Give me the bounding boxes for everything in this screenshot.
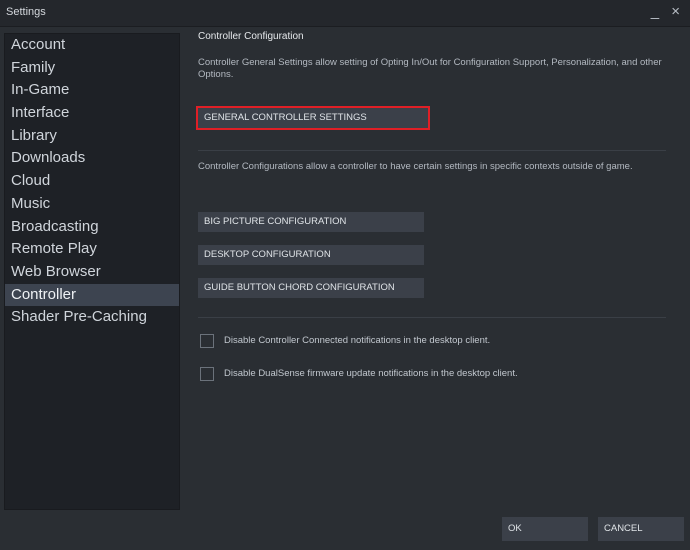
sidebar-item-web-browser[interactable]: Web Browser (5, 261, 179, 284)
desktop-configuration-button[interactable]: DESKTOP CONFIGURATION (198, 245, 424, 265)
dialog-footer: OK CANCEL (0, 510, 690, 550)
cancel-button[interactable]: CANCEL (598, 517, 684, 541)
sidebar-item-family[interactable]: Family (5, 57, 179, 80)
divider (198, 150, 666, 151)
window-controls: _ × (651, 3, 684, 20)
disable-dualsense-notifications-checkbox[interactable] (200, 367, 214, 381)
settings-sidebar: Account Family In-Game Interface Library… (4, 33, 180, 510)
page-title: Controller Configuration (198, 31, 304, 42)
disable-connected-notifications-checkbox[interactable] (200, 334, 214, 348)
sidebar-item-controller[interactable]: Controller (5, 283, 179, 307)
configurations-description: Controller Configurations allow a contro… (198, 161, 633, 172)
sidebar-item-music[interactable]: Music (5, 193, 179, 216)
guide-button-chord-configuration-button[interactable]: GUIDE BUTTON CHORD CONFIGURATION (198, 278, 424, 298)
window-title: Settings (6, 6, 46, 18)
disable-dualsense-notifications-label: Disable DualSense firmware update notifi… (224, 368, 518, 379)
sidebar-item-shader-pre-caching[interactable]: Shader Pre-Caching (5, 306, 179, 329)
general-settings-description: Controller General Settings allow settin… (198, 57, 662, 80)
sidebar-item-downloads[interactable]: Downloads (5, 147, 179, 170)
sidebar-item-remote-play[interactable]: Remote Play (5, 238, 179, 261)
close-icon[interactable]: × (671, 3, 684, 20)
minimize-icon[interactable]: _ (651, 3, 663, 20)
sidebar-item-in-game[interactable]: In-Game (5, 79, 179, 102)
sidebar-item-interface[interactable]: Interface (5, 102, 179, 125)
title-bar: Settings _ × (0, 0, 690, 27)
sidebar-item-account[interactable]: Account (5, 34, 179, 57)
general-controller-settings-button[interactable]: GENERAL CONTROLLER SETTINGS (196, 106, 430, 130)
sidebar-item-library[interactable]: Library (5, 125, 179, 148)
sidebar-item-cloud[interactable]: Cloud (5, 170, 179, 193)
divider (198, 317, 666, 318)
ok-button[interactable]: OK (502, 517, 588, 541)
sidebar-item-broadcasting[interactable]: Broadcasting (5, 216, 179, 239)
big-picture-configuration-button[interactable]: BIG PICTURE CONFIGURATION (198, 212, 424, 232)
disable-connected-notifications-label: Disable Controller Connected notificatio… (224, 335, 491, 346)
